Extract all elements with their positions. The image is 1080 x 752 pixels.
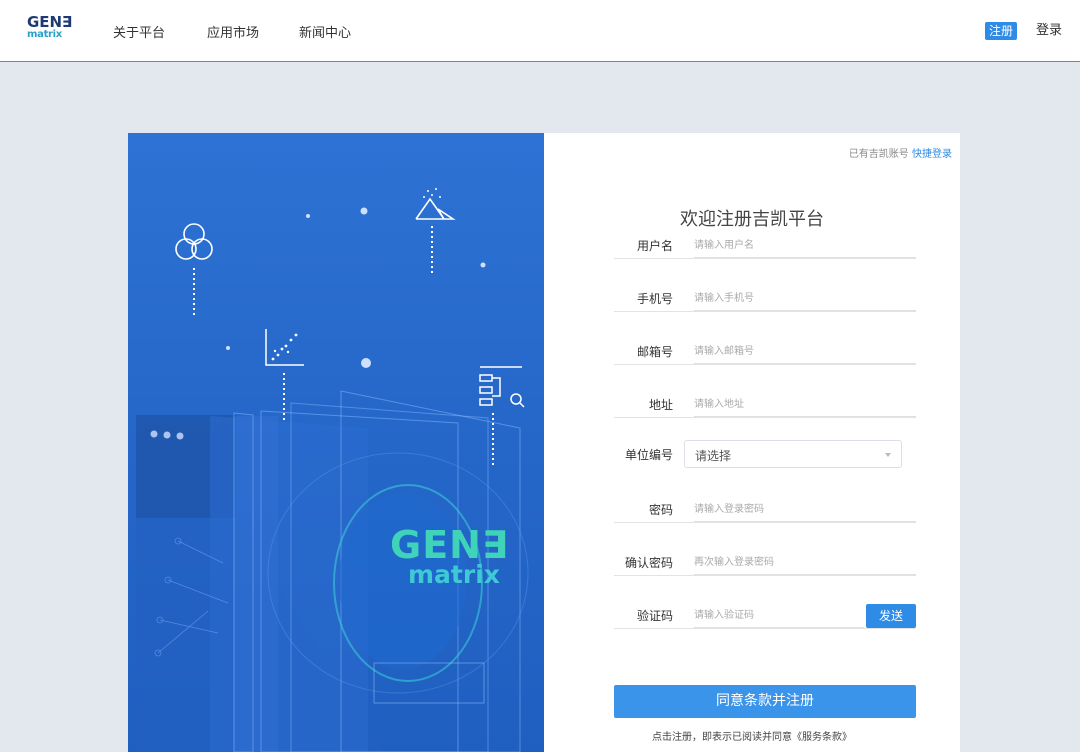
nav-news-center[interactable]: 新闻中心	[299, 22, 351, 41]
confirm-password-row: 确认密码	[614, 551, 916, 576]
terms-notice: 点击注册，即表示已阅读并同意《服务条款》	[652, 732, 852, 743]
password-label: 密码	[648, 503, 673, 517]
captcha-input[interactable]	[694, 604, 864, 628]
password-underline	[614, 522, 916, 523]
captcha-label: 验证码	[636, 609, 673, 623]
email-input[interactable]	[694, 340, 916, 364]
address-underline	[614, 417, 916, 418]
address-row: 地址	[614, 393, 916, 418]
quick-login-link[interactable]: 快捷登录	[912, 149, 952, 160]
have-account-text: 已有吉凯账号	[848, 149, 909, 160]
password-row: 密码	[614, 498, 916, 523]
have-account-hint: 已有吉凯账号 快捷登录	[849, 145, 952, 160]
nav-app-market[interactable]: 应用市场	[207, 22, 259, 41]
agree-register-button[interactable]: 同意条款并注册	[614, 685, 916, 718]
gene-matrix-logo[interactable]: GEN∃ matrix	[27, 14, 73, 46]
unit-select-value: 请选择	[695, 449, 732, 463]
email-underline	[614, 364, 916, 365]
confirm-password-underline	[614, 575, 916, 576]
register-card: GEN∃ matrix 已有吉凯账号 快捷登录 欢迎注册吉凯平台 用户名 手机号…	[128, 133, 960, 752]
phone-label: 手机号	[636, 292, 673, 306]
phone-input[interactable]	[694, 287, 916, 311]
captcha-row: 验证码 发送	[614, 604, 916, 629]
top-header: GEN∃ matrix 关于平台 应用市场 新闻中心 注册 登录	[0, 0, 1080, 62]
unit-select[interactable]: 请选择	[684, 440, 902, 468]
register-form: 已有吉凯账号 快捷登录 欢迎注册吉凯平台 用户名 手机号 邮箱号 地址	[544, 133, 960, 752]
email-label: 邮箱号	[636, 345, 673, 359]
login-link[interactable]: 登录	[1036, 22, 1062, 40]
confirm-password-input[interactable]	[694, 551, 916, 575]
phone-underline	[614, 311, 916, 312]
illustration-graphic	[136, 188, 529, 752]
unit-row: 单位编号 请选择	[614, 440, 916, 468]
unit-label: 单位编号	[624, 448, 673, 462]
password-input[interactable]	[694, 498, 916, 522]
username-input[interactable]	[694, 234, 916, 258]
address-label: 地址	[648, 398, 673, 412]
confirm-password-label: 确认密码	[624, 556, 673, 570]
form-title: 欢迎注册吉凯平台	[680, 209, 824, 230]
send-code-button[interactable]: 发送	[866, 604, 916, 628]
email-row: 邮箱号	[614, 340, 916, 365]
username-underline	[614, 258, 916, 259]
address-input[interactable]	[694, 393, 916, 417]
nav-about-platform[interactable]: 关于平台	[113, 22, 165, 41]
username-row: 用户名	[614, 234, 916, 259]
logo-top-text: GEN∃	[27, 13, 73, 31]
register-button[interactable]: 注册	[985, 22, 1018, 40]
brand-top-text: GEN∃	[390, 523, 509, 567]
phone-row: 手机号	[614, 287, 916, 312]
hero-illustration: GEN∃ matrix	[128, 133, 544, 752]
chevron-down-icon	[885, 453, 891, 457]
brand-bottom-text: matrix	[408, 560, 500, 589]
logo-bottom-text: matrix	[27, 29, 62, 40]
captcha-underline	[614, 628, 916, 629]
illustration-brand: GEN∃ matrix	[390, 523, 509, 589]
username-label: 用户名	[636, 239, 673, 253]
